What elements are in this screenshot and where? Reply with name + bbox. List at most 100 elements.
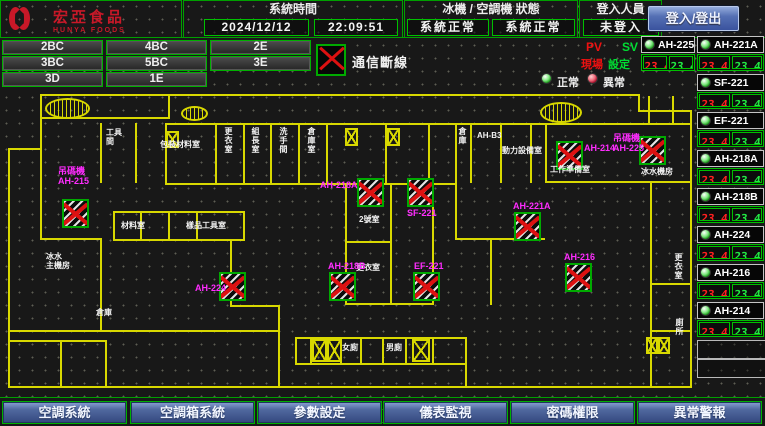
pv-value: 23.4 — [699, 322, 730, 335]
floor-button-3D[interactable]: 3D — [2, 72, 103, 87]
map-unit-offline-icon-AH-216[interactable] — [565, 263, 592, 292]
unit-AH-216[interactable]: AH-216 — [697, 264, 764, 281]
nav-button-儀表監視[interactable]: 儀表監視 — [383, 401, 508, 424]
sv-legend-label: SV — [622, 40, 638, 54]
unit-AH-224[interactable]: AH-224 — [697, 226, 764, 243]
wall-segment — [428, 123, 430, 183]
system-date-display: 2024/12/12 — [204, 19, 309, 36]
login-logout-button[interactable]: 登入/登出 — [648, 6, 739, 31]
floor-button-3E[interactable]: 3E — [210, 56, 311, 71]
shaft-icon — [327, 339, 342, 362]
unit-name-label: SF-221 — [714, 77, 748, 89]
room-label: 冰水 主機房 — [46, 252, 70, 270]
normal-lamp-icon — [541, 73, 552, 84]
status-lamp-icon — [700, 305, 711, 316]
wall-segment — [100, 238, 102, 332]
normal-legend-label: 正常 — [557, 74, 579, 90]
wall-segment — [8, 386, 692, 388]
setting-legend-label: 設定 — [608, 56, 630, 72]
unit-name-label: AH-216 — [714, 267, 750, 279]
abnormal-legend-label: 異常 — [603, 74, 625, 90]
unit-SF-221[interactable]: SF-221 — [697, 74, 764, 91]
floor-button-1E[interactable]: 1E — [106, 72, 207, 87]
wall-segment — [113, 239, 245, 241]
floor-button-5BC[interactable]: 5BC — [106, 56, 207, 71]
unit-AH-218B[interactable]: AH-218B — [697, 188, 764, 205]
nav-button-密碼權限[interactable]: 密碼權限 — [510, 401, 635, 424]
unit-name-label: AH-221A — [714, 39, 758, 51]
floor-button-2BC[interactable]: 2BC — [2, 40, 103, 55]
sv-value: 23.4 — [732, 208, 763, 221]
map-unit-offline-icon-SF-221[interactable] — [407, 178, 434, 207]
unit-AH-225[interactable]: AH-225 — [641, 36, 695, 53]
sv-value: 23.4 — [732, 322, 763, 335]
room-label: 工具 間 — [106, 128, 122, 146]
unit-AH-221A[interactable]: AH-221A — [697, 36, 764, 53]
offline-legend-label: 通信斷線 — [352, 52, 408, 71]
empty-slot — [697, 340, 765, 359]
wall-segment — [40, 148, 42, 240]
room-label: 冰水機房 — [641, 167, 673, 176]
chiller-status-display: 系統正常 — [407, 19, 489, 36]
map-unit-offline-icon-AH-221A[interactable] — [514, 212, 541, 241]
room-label: 洗手間 — [279, 127, 288, 154]
field-legend-label: 現場 — [581, 56, 603, 72]
unit-AH-218A[interactable]: AH-218A — [697, 150, 764, 167]
floor-button-3BC[interactable]: 3BC — [2, 56, 103, 71]
floor-button-2E[interactable]: 2E — [210, 40, 311, 55]
wall-segment — [168, 211, 170, 239]
status-lamp-icon — [700, 39, 711, 50]
wall-segment — [455, 123, 457, 183]
unit-AH-214[interactable]: AH-214 — [697, 302, 764, 319]
floor-button-4BC[interactable]: 4BC — [106, 40, 207, 55]
room-label: 包裝材料室 — [160, 140, 200, 149]
unit-values-AH-225: 23.423.4 — [641, 54, 695, 71]
nav-button-參數設定[interactable]: 參數設定 — [257, 401, 382, 424]
unit-name-label: AH-218A — [714, 153, 758, 165]
room-label: 倉庫 — [458, 127, 467, 145]
logo-box: 宏亞食品 HUNYA FOODS — [0, 0, 182, 38]
map-unit-label: 吊碼機 AH-215 — [58, 167, 89, 186]
map-unit-offline-icon-AH-218B[interactable] — [329, 272, 356, 301]
map-unit-offline-icon-AH-218A[interactable] — [357, 178, 384, 207]
wall-segment — [113, 211, 115, 241]
room-label: 倉庫 — [96, 308, 112, 317]
unit-values-AH-214: 23.423.4 — [697, 320, 764, 337]
status-lamp-icon — [700, 153, 711, 164]
nav-button-空調系統[interactable]: 空調系統 — [2, 401, 127, 424]
map-unit-offline-icon-AH-215[interactable] — [62, 199, 89, 228]
wall-segment — [390, 183, 392, 305]
hunya-logo-icon — [9, 7, 30, 35]
nav-button-空調箱系統[interactable]: 空調箱系統 — [130, 401, 255, 424]
stairs-icon — [181, 106, 208, 121]
wall-segment — [8, 340, 107, 342]
status-lamp-icon — [700, 77, 711, 88]
wall-segment — [650, 283, 692, 285]
wall-segment — [100, 123, 102, 183]
map-unit-offline-icon-EF-221[interactable] — [413, 272, 440, 301]
wall-segment — [105, 340, 107, 386]
room-label: 倉庫室 — [307, 127, 316, 154]
logo-text-cn: 宏亞食品 — [53, 6, 126, 27]
room-label: 更衣室 — [674, 253, 683, 280]
wall-segment — [465, 337, 467, 388]
map-unit-label: SF-221 — [407, 209, 437, 219]
pv-value: 23.4 — [699, 94, 730, 107]
wall-segment — [295, 363, 467, 365]
nav-button-異常警報[interactable]: 異常警報 — [637, 401, 762, 424]
abnormal-lamp-icon — [587, 73, 598, 84]
shaft-icon — [345, 128, 358, 146]
pv-legend-label: PV — [586, 40, 602, 54]
sv-value: 23.4 — [732, 132, 763, 145]
unit-EF-221[interactable]: EF-221 — [697, 112, 764, 129]
wall-segment — [650, 330, 692, 332]
room-label: 廁所 — [675, 318, 684, 336]
logo-text-en: HUNYA FOODS — [53, 27, 126, 34]
wall-segment — [168, 94, 170, 119]
unit-values-AH-216: 23.423.4 — [697, 282, 764, 299]
room-label: 動力設備室 — [502, 146, 542, 155]
pv-value: 23.4 — [699, 170, 730, 183]
wall-segment — [345, 303, 434, 305]
wall-segment — [270, 123, 272, 183]
unit-name-label: AH-224 — [714, 229, 750, 241]
